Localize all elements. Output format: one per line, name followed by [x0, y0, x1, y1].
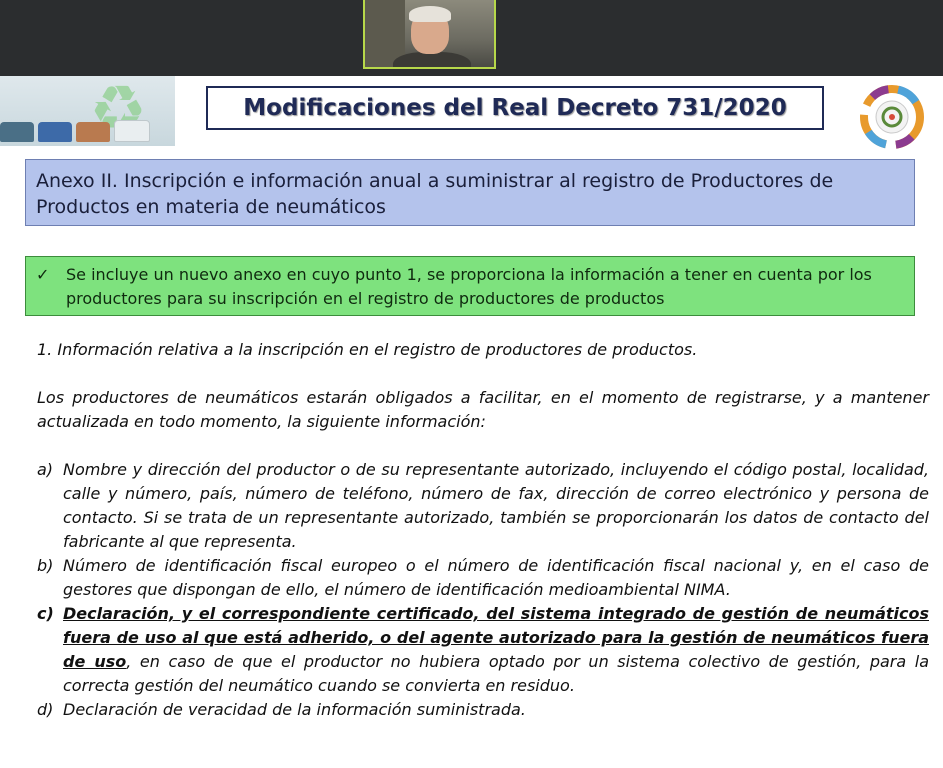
list-item-text: , en caso de que el productor no hubiera… [63, 652, 930, 695]
list-item-text-container: Declaración, y el correspondiente certif… [63, 602, 929, 698]
list-item-label: c) [37, 604, 54, 623]
speaker-body [393, 52, 471, 67]
highlight-text: Se incluye un nuevo anexo en cuyo punto … [66, 265, 872, 308]
annex-heading: Anexo II. Inscripción e información anua… [36, 170, 834, 218]
recycle-bins-logo: ♻ [0, 76, 175, 146]
list-item-text: Declaración de veracidad de la informaci… [63, 700, 526, 719]
bin-icon [0, 122, 34, 142]
bin-icon [38, 122, 72, 142]
highlight-box: ✓ Se incluye un nuevo anexo en cuyo punt… [25, 256, 915, 316]
list-item: a) Nombre y dirección del productor o de… [37, 458, 929, 554]
speaker-hair [409, 6, 451, 22]
intro-paragraph: Los productores de neumáticos estarán ob… [37, 388, 929, 431]
section-title: 1. Información relativa a la inscripción… [37, 340, 698, 359]
list-item-label: a) [37, 460, 54, 479]
slide-title: Modificaciones del Real Decreto 731/2020 [243, 95, 787, 121]
list-item: c) Declaración, y el correspondiente cer… [37, 602, 929, 698]
list-item: d) Declaración de veracidad de la inform… [37, 698, 929, 722]
circular-economy-logo-icon [860, 85, 924, 149]
bin-icon [114, 120, 150, 142]
list-item-text: Número de identificación fiscal europeo … [63, 556, 929, 599]
list-item-text: Nombre y dirección del productor o de su… [63, 460, 929, 551]
participant-video-tile[interactable] [363, 0, 496, 69]
check-icon: ✓ [36, 265, 50, 284]
list-item: b) Número de identificación fiscal europ… [37, 554, 929, 602]
slide-title-box: Modificaciones del Real Decreto 731/2020 [206, 86, 824, 130]
bin-icon [76, 122, 110, 142]
slide-body: 1. Información relativa a la inscripción… [37, 338, 929, 722]
annex-heading-box: Anexo II. Inscripción e información anua… [25, 159, 915, 226]
list-item-label: d) [37, 700, 54, 719]
list-item-label: b) [37, 556, 54, 575]
